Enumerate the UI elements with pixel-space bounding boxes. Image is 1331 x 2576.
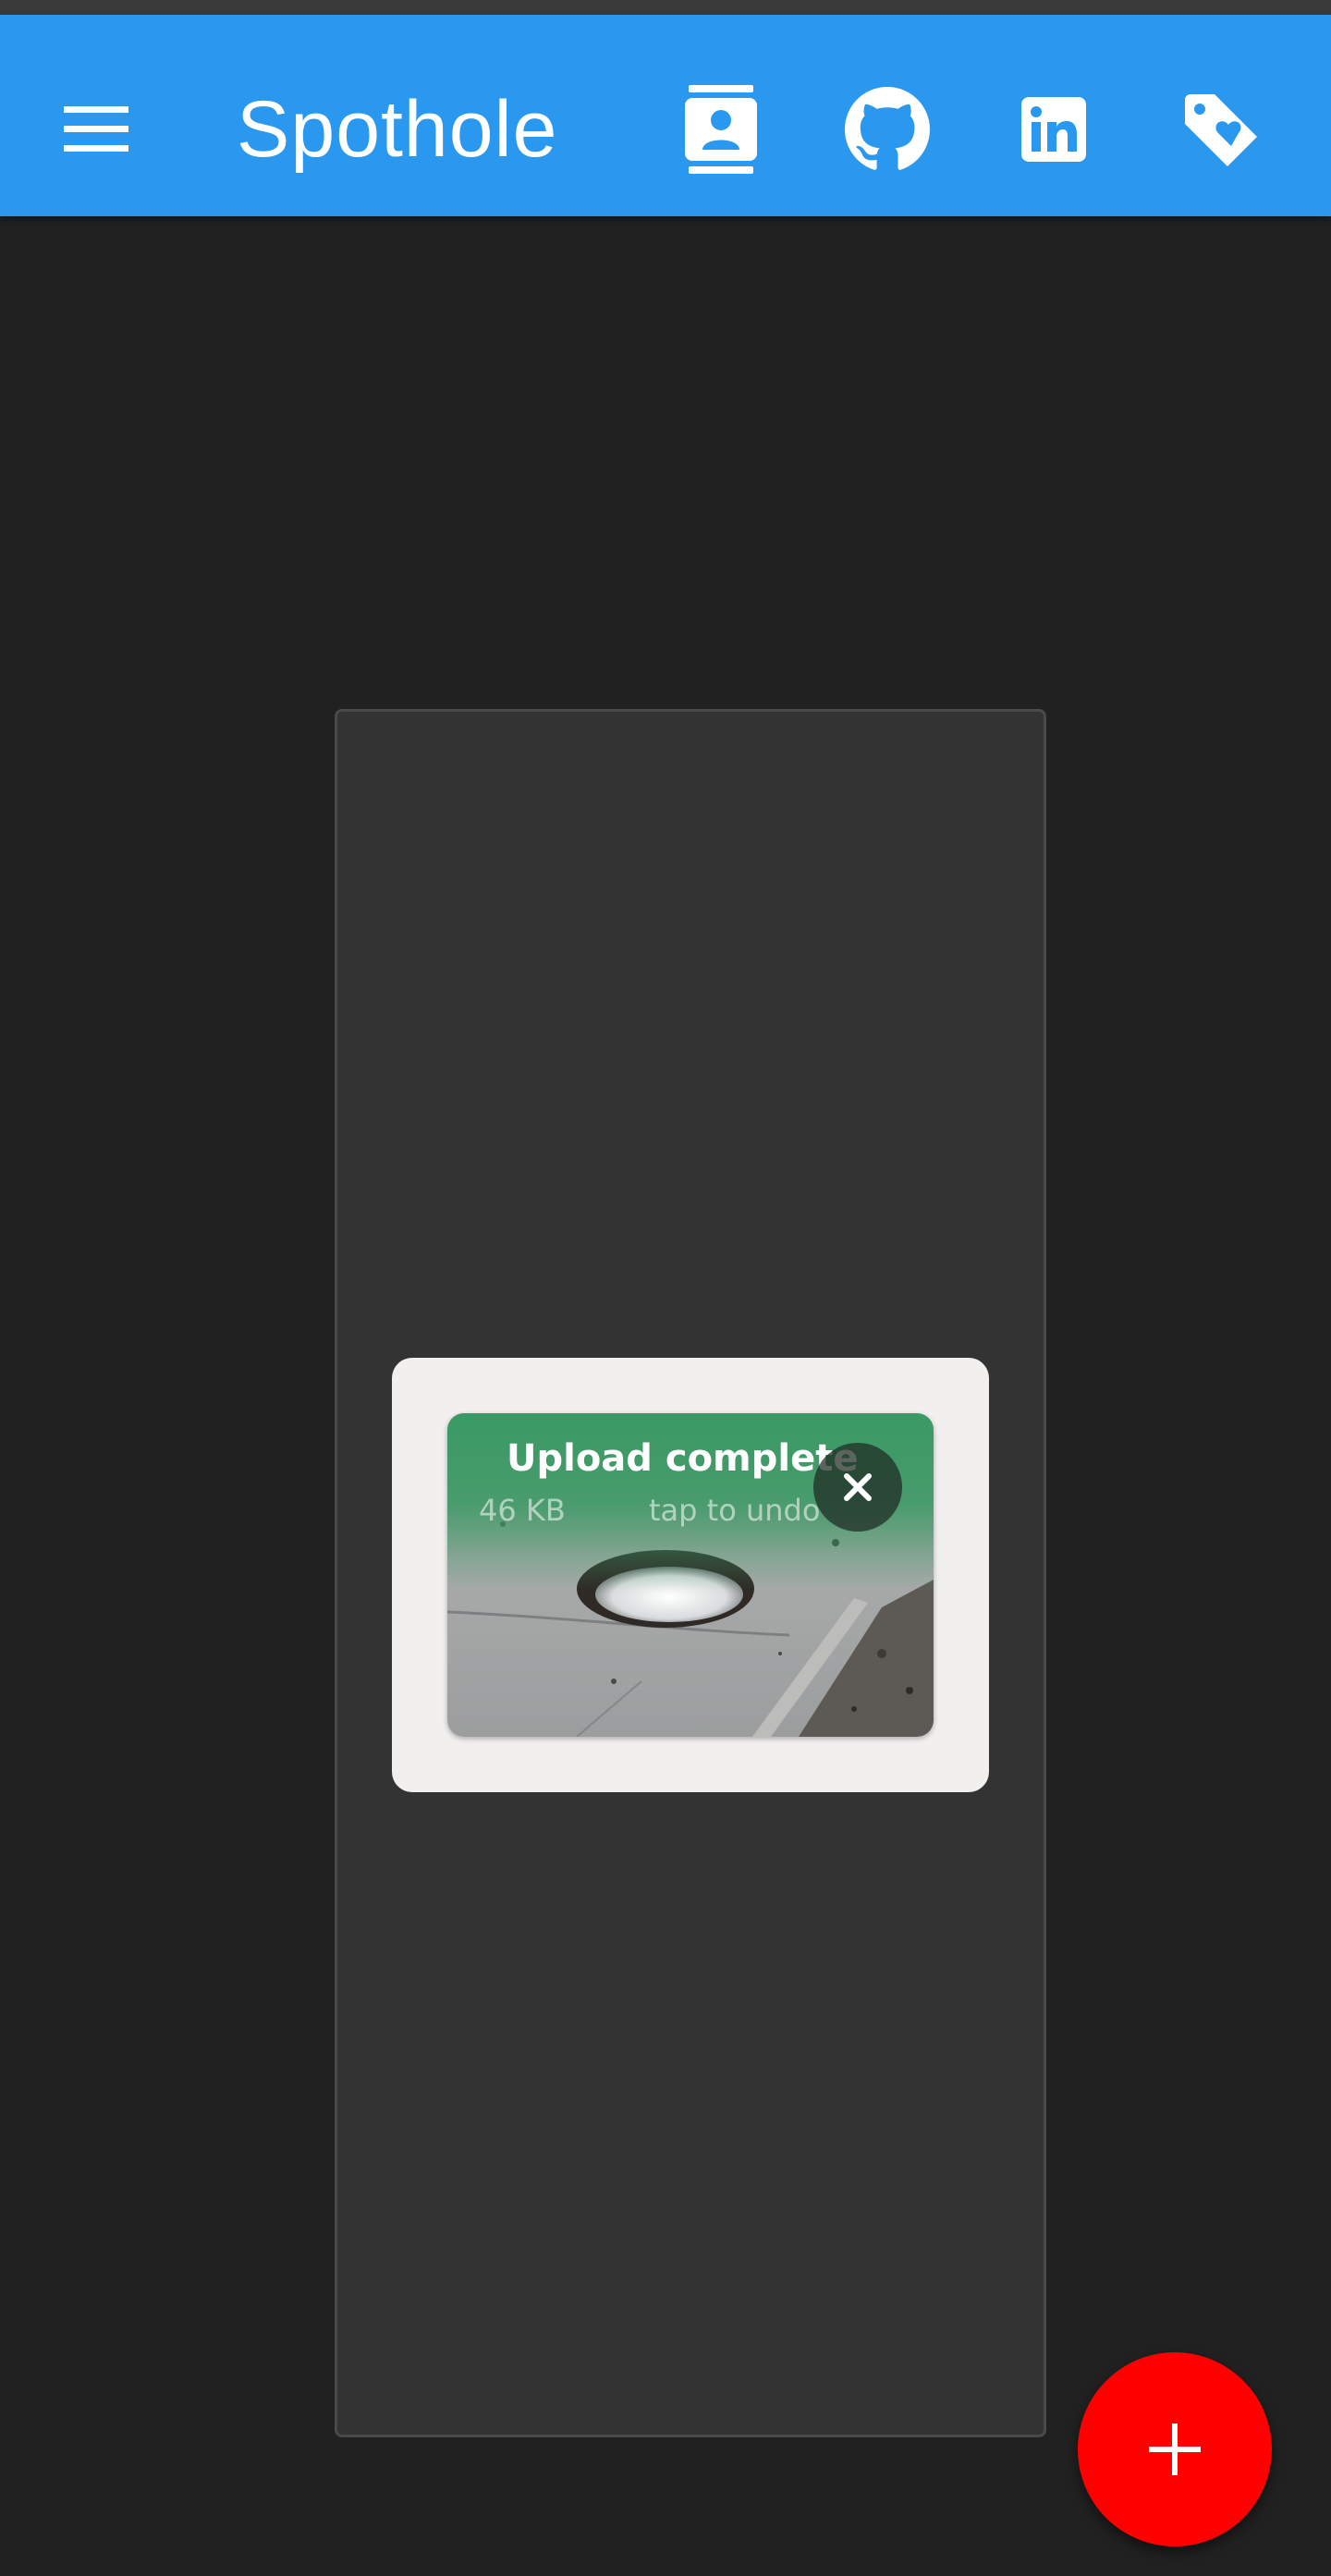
remove-upload-button[interactable] xyxy=(813,1443,902,1532)
undo-hint-label: tap to undo xyxy=(649,1493,821,1528)
app-title: Spothole xyxy=(237,85,558,174)
github-button[interactable] xyxy=(841,83,934,176)
contacts-button[interactable] xyxy=(675,83,767,176)
contact-card-icon xyxy=(685,85,757,174)
tag-heart-icon xyxy=(1185,94,1257,166)
linkedin-button[interactable] xyxy=(1007,83,1100,176)
upload-status-label: Upload complete xyxy=(507,1437,859,1480)
upload-card: Upload complete 46 KB tap to undo xyxy=(392,1358,989,1792)
donate-button[interactable] xyxy=(1174,83,1266,176)
close-icon xyxy=(844,1473,872,1501)
menu-button[interactable] xyxy=(57,91,135,168)
menu-icon xyxy=(64,106,128,152)
linkedin-icon xyxy=(1021,97,1086,162)
status-bar xyxy=(0,0,1331,15)
file-size-label: 46 KB xyxy=(479,1493,566,1528)
uploaded-file-item[interactable]: Upload complete 46 KB tap to undo xyxy=(447,1413,934,1737)
add-button[interactable] xyxy=(1078,2352,1272,2546)
plus-icon xyxy=(1149,2423,1201,2475)
github-icon xyxy=(845,87,930,170)
app-bar: Spothole xyxy=(0,15,1331,216)
